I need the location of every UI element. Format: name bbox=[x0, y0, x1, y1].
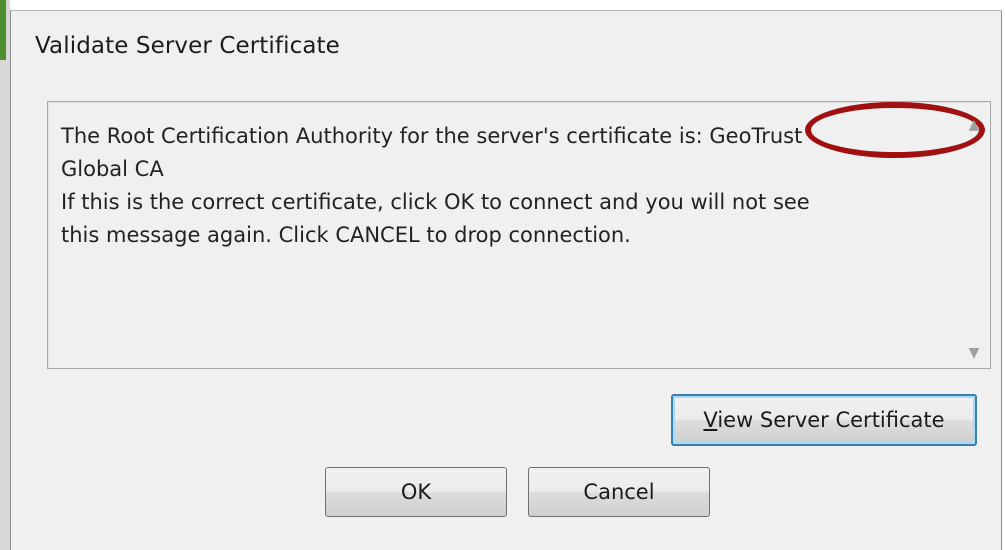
message-scrollbar[interactable]: ▲ ▼ bbox=[960, 104, 988, 366]
certificate-authority-name: GeoTrust bbox=[709, 124, 803, 148]
background-window-accent bbox=[0, 0, 6, 60]
message-line-2: Global CA bbox=[61, 157, 164, 181]
message-line-4: this message again. Click CANCEL to drop… bbox=[61, 223, 631, 247]
message-text: The Root Certification Authority for the… bbox=[61, 120, 931, 252]
validate-certificate-dialog: Validate Server Certificate The Root Cer… bbox=[10, 10, 1002, 550]
annotation-highlight-ellipse bbox=[805, 102, 985, 158]
view-server-certificate-button[interactable]: View Server Certificate bbox=[671, 394, 977, 446]
scroll-up-arrow-icon[interactable]: ▲ bbox=[960, 114, 988, 136]
message-textbox[interactable]: The Root Certification Authority for the… bbox=[47, 101, 991, 369]
message-line-3: If this is the correct certificate, clic… bbox=[61, 190, 810, 214]
scroll-down-arrow-icon[interactable]: ▼ bbox=[960, 342, 988, 364]
message-line-1-prefix: The Root Certification Authority for the… bbox=[61, 124, 710, 148]
dialog-title: Validate Server Certificate bbox=[35, 33, 340, 59]
message-line-1: The Root Certification Authority for the… bbox=[61, 120, 931, 153]
screen: Validate Server Certificate The Root Cer… bbox=[0, 0, 1005, 550]
dialog-titlebar[interactable]: Validate Server Certificate bbox=[11, 11, 1001, 81]
cancel-button[interactable]: Cancel bbox=[528, 467, 710, 517]
ok-button[interactable]: OK bbox=[325, 467, 507, 517]
background-window-edge bbox=[0, 0, 10, 550]
